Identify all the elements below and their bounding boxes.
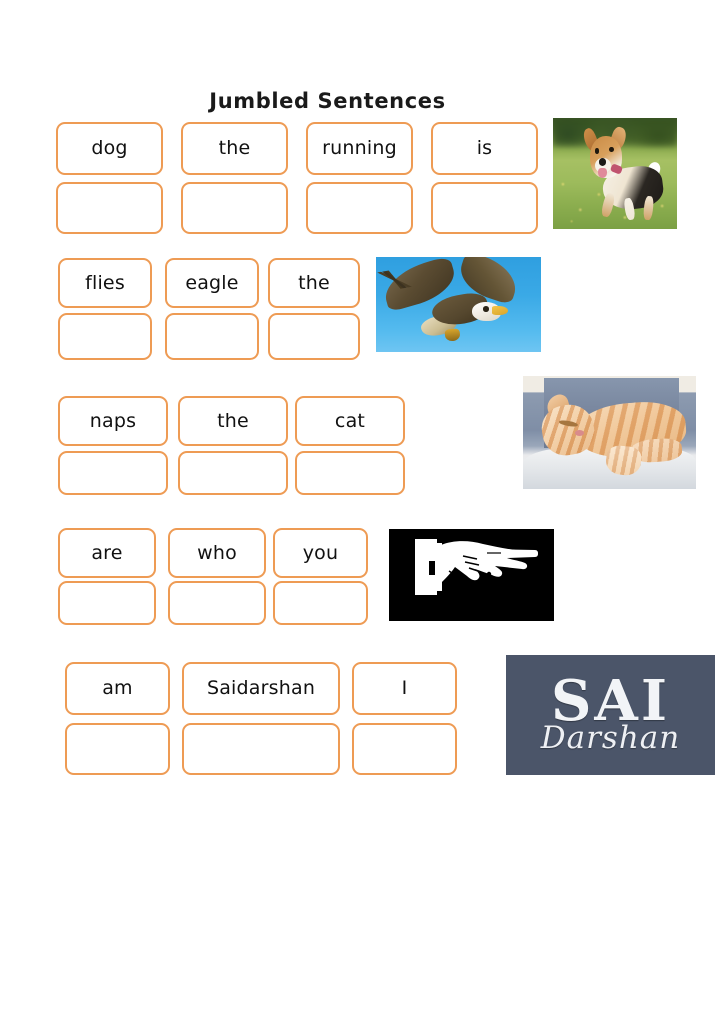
word-box-is[interactable]: is [431, 122, 538, 175]
word-box-running[interactable]: running [306, 122, 413, 175]
word-label: you [302, 541, 339, 564]
answer-box-r5-c3[interactable] [352, 723, 457, 775]
answer-box-r3-c3[interactable] [295, 451, 405, 495]
answer-box-r5-c2[interactable] [182, 723, 340, 775]
cat-nose [574, 430, 584, 436]
word-box-the-1[interactable]: the [181, 122, 288, 175]
pointing-hand-icon [415, 539, 538, 595]
eagle-beak [491, 306, 508, 315]
word-label: cat [334, 409, 366, 432]
answer-box-r1-c1[interactable] [56, 182, 163, 234]
word-box-i[interactable]: I [352, 662, 457, 715]
dog-nose [598, 157, 607, 166]
word-label: Saidarshan [206, 677, 316, 699]
word-box-the-2[interactable]: the [268, 258, 360, 308]
pointing-hand-image [389, 529, 554, 621]
word-label: dog [91, 137, 128, 159]
answer-box-r4-c2[interactable] [168, 581, 266, 625]
sai-darshan-logo: SAI Darshan [506, 655, 715, 775]
word-label: are [91, 541, 123, 564]
word-box-saidarshan[interactable]: Saidarshan [182, 662, 340, 715]
answer-box-r4-c3[interactable] [273, 581, 368, 625]
word-label: naps [89, 409, 137, 432]
word-box-dog[interactable]: dog [56, 122, 163, 175]
answer-box-r1-c2[interactable] [181, 182, 288, 234]
cat-photo [523, 376, 696, 489]
word-label: is [476, 137, 493, 159]
word-box-the-3[interactable]: the [178, 396, 288, 446]
answer-box-r1-c3[interactable] [306, 182, 413, 234]
word-label: the [217, 409, 249, 432]
word-box-naps[interactable]: naps [58, 396, 168, 446]
eagle-eye [483, 306, 490, 312]
word-label: the [298, 271, 330, 294]
word-box-cat[interactable]: cat [295, 396, 405, 446]
dog-eye-right [608, 146, 614, 153]
word-box-who[interactable]: who [168, 528, 266, 578]
word-label: the [218, 137, 251, 159]
answer-box-r3-c1[interactable] [58, 451, 168, 495]
answer-box-r5-c1[interactable] [65, 723, 170, 775]
word-label: who [197, 541, 237, 564]
answer-box-r4-c1[interactable] [58, 581, 156, 625]
word-box-you[interactable]: you [273, 528, 368, 578]
word-label: running [322, 137, 397, 159]
sai-logo-plate: SAI Darshan [506, 655, 715, 775]
dog-photo [553, 118, 677, 229]
word-box-eagle[interactable]: eagle [165, 258, 259, 308]
word-label: I [401, 677, 408, 699]
eagle-photo [376, 257, 541, 352]
page-title: Jumbled Sentences [209, 89, 446, 113]
answer-box-r3-c2[interactable] [178, 451, 288, 495]
word-label: am [102, 677, 133, 699]
answer-box-r2-c2[interactable] [165, 313, 259, 360]
dog-tongue [598, 167, 607, 178]
answer-box-r2-c3[interactable] [268, 313, 360, 360]
sai-logo-bottom-text: Darshan [540, 720, 681, 757]
word-label: flies [85, 271, 125, 294]
word-box-am[interactable]: am [65, 662, 170, 715]
answer-box-r2-c1[interactable] [58, 313, 152, 360]
answer-box-r1-c4[interactable] [431, 182, 538, 234]
dog-eye-left [594, 147, 600, 154]
worksheet-page: Jumbled Sentences dog the running is fli… [0, 0, 725, 1024]
word-box-are[interactable]: are [58, 528, 156, 578]
word-label: eagle [185, 271, 239, 294]
word-box-flies[interactable]: flies [58, 258, 152, 308]
